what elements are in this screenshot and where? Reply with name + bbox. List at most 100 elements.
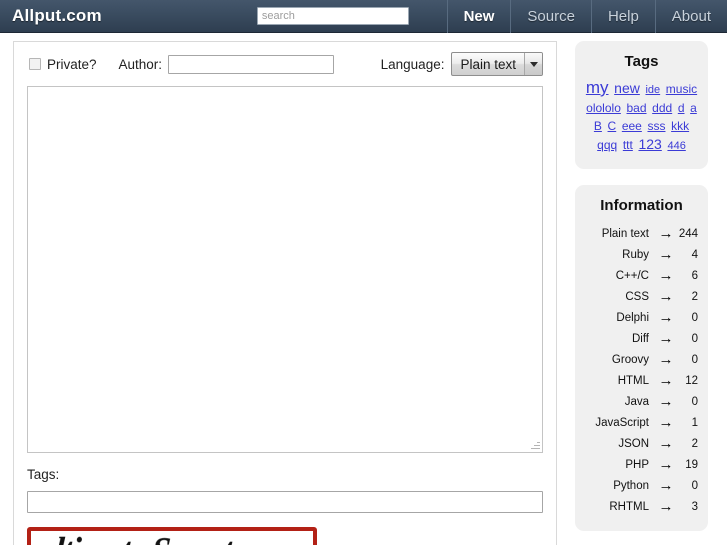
paste-form-panel: Private? Author: Language: Plain text Ta… [13,41,557,545]
language-select[interactable]: Plain text [451,52,543,76]
information-count: 12 [685,374,698,387]
tag-link[interactable]: a [690,101,697,115]
information-row: JavaScript → 1 [583,412,700,433]
tag-link[interactable]: 446 [667,140,685,152]
information-row: CSS → 2 [583,286,700,307]
tag-link[interactable]: sss [647,119,665,133]
information-language: Diff [631,332,649,345]
tag-link[interactable]: kkk [671,119,689,133]
information-language: Python [613,479,649,492]
tag-link[interactable]: eee [622,119,642,133]
site-brand[interactable]: Allput.com [0,6,102,26]
information-row: Diff → 0 [583,328,700,349]
information-language: PHP [625,458,649,471]
tags-panel-title: Tags [624,53,659,70]
tag-link[interactable]: new [614,80,640,96]
arrow-right-icon: → [658,225,674,242]
information-count: 0 [691,311,698,324]
sidebar: Tags my new ide music olololo bad ddd d … [567,33,727,545]
tag-link[interactable]: qqq [597,138,617,152]
information-row: Delphi → 0 [583,307,700,328]
information-count: 2 [691,290,698,303]
information-count: 0 [691,395,698,408]
code-input[interactable] [28,87,542,452]
captcha-image: ultimate Smart [27,527,317,545]
tag-link[interactable]: music [666,82,697,96]
information-language: JSON [618,437,649,450]
tags-input[interactable] [27,491,543,513]
nav-item-about[interactable]: About [654,0,727,33]
search-input[interactable] [256,7,409,25]
information-count: 0 [691,332,698,345]
main-nav: New Source Help About [446,0,727,33]
private-label: Private? [47,56,97,72]
information-row: C++/C → 6 [583,265,700,286]
language-label: Language: [380,56,445,72]
information-language: Delphi [616,311,649,324]
information-language: Ruby [622,248,649,261]
arrow-right-icon: → [658,372,674,389]
information-row: Plain text → 244 [583,223,700,244]
information-language: RHTML [609,500,649,513]
tag-link[interactable]: bad [627,101,647,115]
chevron-down-icon [524,53,542,75]
form-meta-row: Private? Author: Language: Plain text [27,52,543,76]
information-count: 0 [691,479,698,492]
nav-item-source[interactable]: Source [510,0,591,33]
language-selected-value: Plain text [460,56,516,72]
page-body: Private? Author: Language: Plain text Ta… [0,33,727,545]
information-count: 2 [691,437,698,450]
tag-link[interactable]: B [594,119,602,133]
arrow-right-icon: → [658,414,674,431]
arrow-right-icon: → [658,309,674,326]
tag-link[interactable]: olololo [586,101,621,115]
arrow-right-icon: → [658,330,674,347]
information-panel: Information Plain text → 244 Ruby → 4 C++/C → 6 C… [575,185,708,531]
information-row: Ruby → 4 [583,244,700,265]
site-header: Allput.com New Source Help About [0,0,727,33]
information-panel-title: Information [600,197,683,214]
arrow-right-icon: → [658,246,674,263]
private-checkbox[interactable] [29,58,41,70]
information-language: JavaScript [595,416,649,429]
information-language: Groovy [611,353,649,366]
information-language: Plain text [601,227,649,240]
arrow-right-icon: → [658,498,674,515]
information-language: Java [624,395,649,408]
author-label: Author: [118,56,163,72]
nav-item-help[interactable]: Help [590,0,655,33]
information-row: Groovy → 0 [583,349,700,370]
information-language: C++/C [615,269,649,282]
information-row: RHTML → 3 [583,496,700,517]
information-count: 4 [691,248,698,261]
tag-link[interactable]: my [586,78,609,97]
information-language: CSS [625,290,649,303]
information-rows: Plain text → 244 Ruby → 4 C++/C → 6 CSS → 2 Delphi → 0… [583,223,700,517]
arrow-right-icon: → [658,267,674,284]
tag-link[interactable]: d [678,101,685,115]
tag-link[interactable]: C [608,119,617,133]
information-count: 3 [691,500,698,513]
arrow-right-icon: → [658,393,674,410]
arrow-right-icon: → [658,288,674,305]
tag-link[interactable]: ide [645,84,660,96]
nav-item-new[interactable]: New [446,0,511,33]
tag-link[interactable]: ttt [623,138,633,152]
tag-link[interactable]: ddd [652,101,672,115]
information-count: 0 [691,353,698,366]
information-row: Python → 0 [583,475,700,496]
information-row: JSON → 2 [583,433,700,454]
information-language: HTML [617,374,649,387]
information-count: 19 [685,458,698,471]
information-count: 1 [691,416,698,429]
information-count: 6 [691,269,698,282]
search-container [102,7,447,25]
information-row: Java → 0 [583,391,700,412]
arrow-right-icon: → [658,435,674,452]
tag-link[interactable]: 123 [638,136,661,152]
author-input[interactable] [168,54,335,74]
captcha-text: ultimate Smart [36,531,234,545]
information-row: PHP → 19 [583,454,700,475]
language-group: Language: Plain text [381,52,543,76]
arrow-right-icon: → [658,477,674,494]
